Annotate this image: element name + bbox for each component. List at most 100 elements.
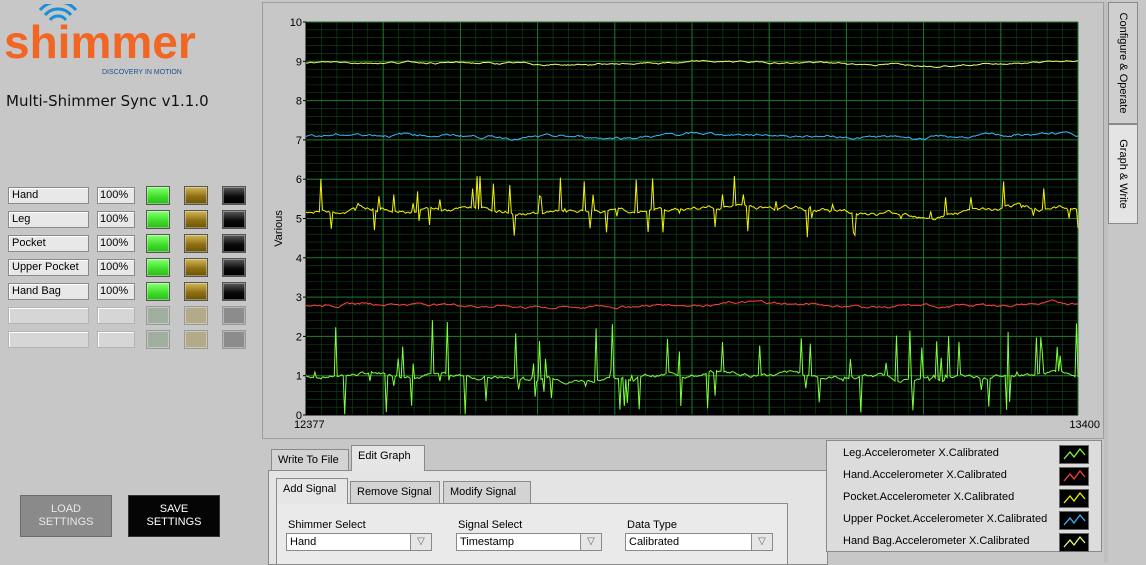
legend-swatch [1059, 511, 1089, 530]
data-type-value: Calibrated [629, 536, 680, 548]
device-row [8, 305, 252, 327]
tab-graph-write[interactable]: Graph & Write [1108, 124, 1138, 224]
device-name-field[interactable]: Upper Pocket [8, 259, 89, 276]
save-settings-label: SAVE SETTINGS [146, 503, 202, 528]
legend-label: Pocket.Accelerometer X.Calibrated [843, 491, 1015, 503]
legend-label: Leg.Accelerometer X.Calibrated [843, 447, 999, 459]
app-title: Multi-Shimmer Sync v1.1.0 [6, 92, 209, 110]
legend-item[interactable]: Hand.Accelerometer X.Calibrated [841, 466, 1101, 486]
logging-indicator[interactable] [222, 330, 246, 349]
legend-label: Hand.Accelerometer X.Calibrated [843, 469, 1007, 481]
connected-indicator[interactable] [146, 258, 170, 277]
chevron-down-icon[interactable]: ▽ [410, 534, 431, 550]
y-tick-label: 9 [296, 56, 302, 68]
save-settings-button[interactable]: SAVE SETTINGS [128, 495, 220, 537]
logging-indicator[interactable] [222, 234, 246, 253]
legend-swatch [1059, 489, 1089, 508]
tab-modify-signal[interactable]: Modify Signal [443, 481, 531, 503]
tab-add-signal[interactable]: Add Signal [276, 478, 348, 504]
tab-edit-graph[interactable]: Edit Graph [351, 445, 425, 471]
device-row: Hand Bag 100% [8, 281, 252, 303]
logging-indicator[interactable] [222, 210, 246, 229]
x-tick-label: 12377 [294, 419, 325, 431]
y-tick-label: 4 [296, 253, 302, 265]
streaming-indicator[interactable] [184, 210, 208, 229]
y-tick-label: 5 [296, 214, 302, 226]
device-name-field[interactable] [8, 331, 89, 348]
logo-text: shimmer [4, 16, 196, 68]
connected-indicator[interactable] [146, 186, 170, 205]
tab-remove-signal[interactable]: Remove Signal [350, 481, 440, 503]
legend-item[interactable]: Leg.Accelerometer X.Calibrated [841, 444, 1101, 464]
y-tick-label: 2 [296, 331, 302, 343]
y-tick-label: 1 [296, 371, 302, 383]
tab-configure-operate-label: Configure & Operate [1117, 12, 1129, 114]
shimmer-select-label: Shimmer Select [288, 519, 366, 531]
connected-indicator[interactable] [146, 330, 170, 349]
device-row [8, 329, 252, 351]
device-name-field[interactable]: Pocket [8, 235, 89, 252]
logging-indicator[interactable] [222, 306, 246, 325]
streaming-indicator[interactable] [184, 258, 208, 277]
shimmer-select[interactable]: Hand ▽ [286, 533, 432, 551]
shimmer-logo: shimmer DISCOVERY IN MOTION [4, 4, 196, 76]
chevron-down-icon[interactable]: ▽ [580, 534, 601, 550]
y-tick-label: 3 [296, 292, 302, 304]
connected-indicator[interactable] [146, 282, 170, 301]
legend-label: Hand Bag.Accelerometer X.Calibrated [843, 535, 1030, 547]
device-row: Hand 100% [8, 185, 252, 207]
legend-swatch [1059, 533, 1089, 552]
streaming-indicator[interactable] [184, 186, 208, 205]
tab-configure-operate[interactable]: Configure & Operate [1108, 2, 1138, 124]
chart-legend: Leg.Accelerometer X.Calibrated Hand.Accel… [826, 440, 1102, 552]
device-battery-percent: 100% [97, 187, 135, 204]
logging-indicator[interactable] [222, 186, 246, 205]
streaming-indicator[interactable] [184, 282, 208, 301]
device-name-field[interactable]: Hand [8, 187, 89, 204]
y-axis-label: Various [273, 210, 285, 247]
connected-indicator[interactable] [146, 234, 170, 253]
y-tick-label: 10 [290, 17, 302, 29]
legend-item[interactable]: Upper Pocket.Accelerometer X.Calibrated [841, 510, 1101, 530]
legend-item[interactable]: Pocket.Accelerometer X.Calibrated [841, 488, 1101, 508]
y-tick-label: 6 [296, 174, 302, 186]
tab-write-to-file[interactable]: Write To File [271, 449, 349, 471]
device-battery-percent: 100% [97, 259, 135, 276]
device-name-field[interactable]: Hand Bag [8, 283, 89, 300]
chevron-down-icon[interactable]: ▽ [751, 534, 772, 550]
load-settings-label: LOAD SETTINGS [38, 503, 94, 528]
data-type-select[interactable]: Calibrated ▽ [625, 533, 773, 551]
signal-select-value: Timestamp [460, 536, 514, 548]
device-battery-percent [97, 331, 135, 348]
streaming-indicator[interactable] [184, 330, 208, 349]
logo-tagline: DISCOVERY IN MOTION [102, 69, 182, 76]
shimmer-select-value: Hand [290, 536, 317, 548]
device-battery-percent: 100% [97, 283, 135, 300]
load-settings-button[interactable]: LOAD SETTINGS [20, 495, 112, 537]
signal-select-label: Signal Select [458, 519, 523, 531]
legend-swatch [1059, 445, 1089, 464]
left-panel: shimmer DISCOVERY IN MOTION Multi-Shimme… [0, 0, 260, 565]
logging-indicator[interactable] [222, 282, 246, 301]
x-tick-label: 13400 [1069, 419, 1100, 431]
device-name-field[interactable] [8, 307, 89, 324]
y-tick-label: 7 [296, 135, 302, 147]
device-battery-percent: 100% [97, 235, 135, 252]
signal-select[interactable]: Timestamp ▽ [456, 533, 602, 551]
legend-item[interactable]: Hand Bag.Accelerometer X.Calibrated [841, 532, 1101, 552]
streaming-indicator[interactable] [184, 306, 208, 325]
device-name-field[interactable]: Leg [8, 211, 89, 228]
data-type-label: Data Type [627, 519, 677, 531]
logging-indicator[interactable] [222, 258, 246, 277]
device-row: Pocket 100% [8, 233, 252, 255]
streaming-indicator[interactable] [184, 234, 208, 253]
waveform-chart[interactable]: 01234567891012377 13400Various [262, 2, 1102, 437]
connected-indicator[interactable] [146, 306, 170, 325]
connected-indicator[interactable] [146, 210, 170, 229]
tab-graph-write-label: Graph & Write [1117, 139, 1129, 209]
device-row: Upper Pocket 100% [8, 257, 252, 279]
device-battery-percent [97, 307, 135, 324]
device-battery-percent: 100% [97, 211, 135, 228]
legend-label: Upper Pocket.Accelerometer X.Calibrated [843, 513, 1048, 525]
y-tick-label: 8 [296, 96, 302, 108]
